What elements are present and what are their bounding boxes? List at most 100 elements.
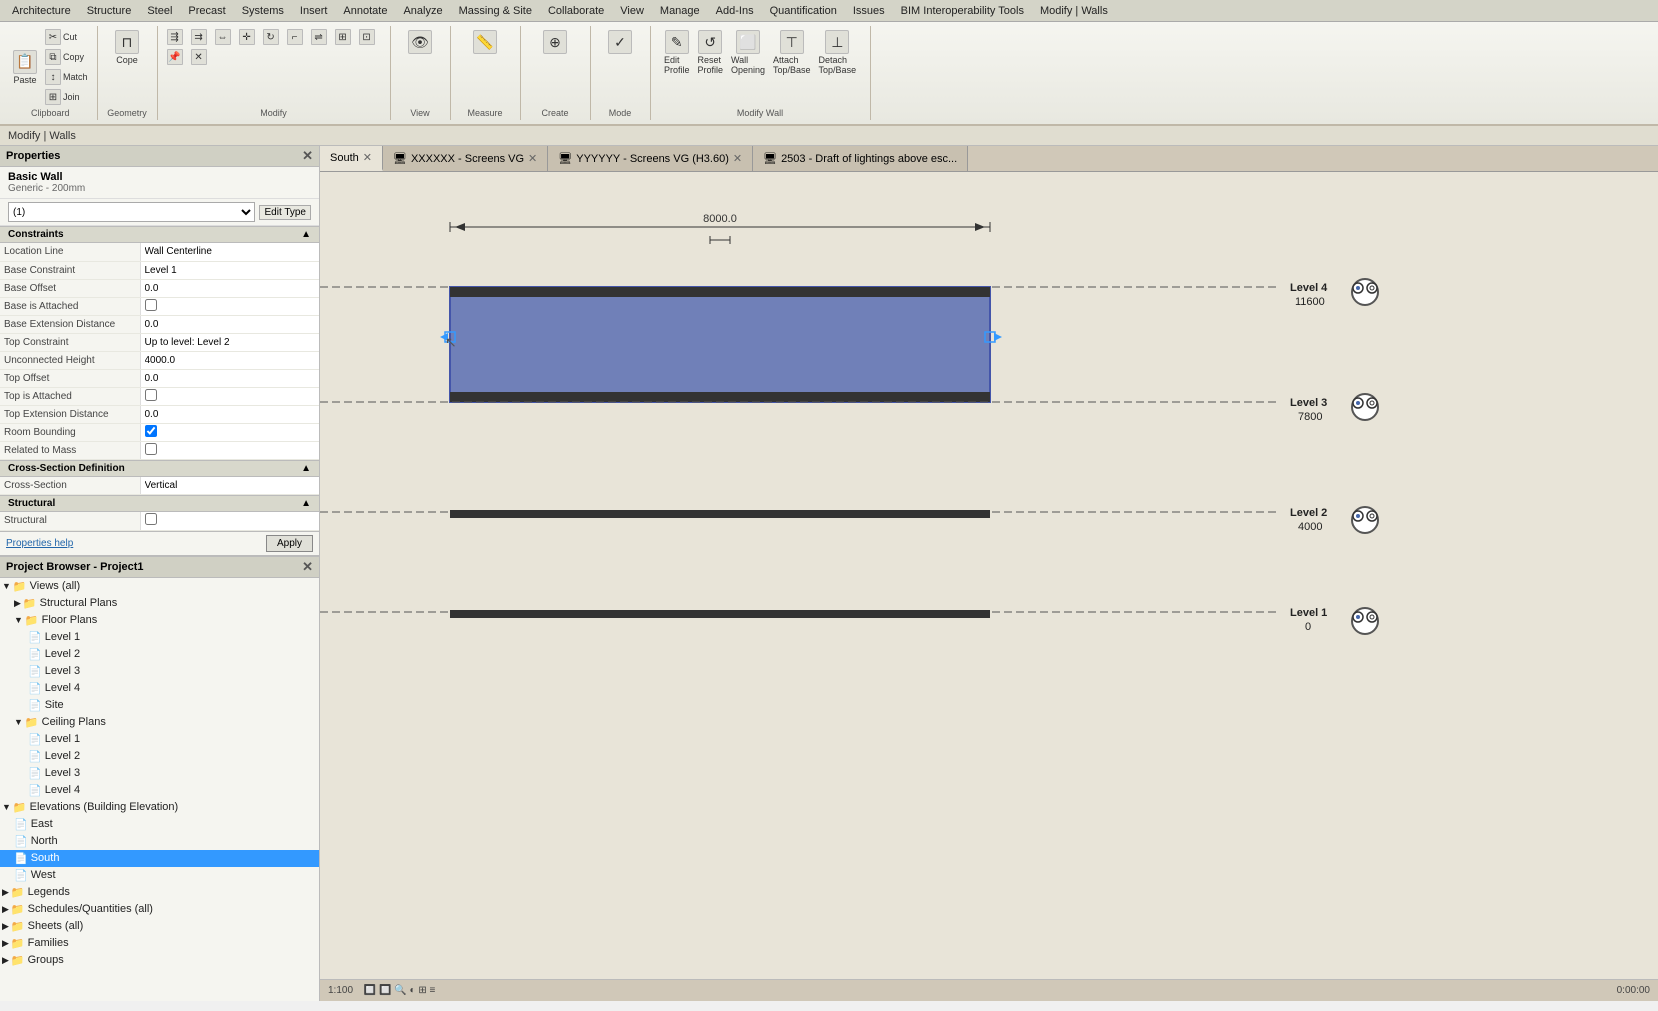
move-button[interactable]: ✛: [236, 28, 258, 46]
top-offset-input[interactable]: [145, 373, 316, 384]
tab-screens-vg2[interactable]: 🖥 YYYYYY - Screens VG (H3.60) ✕: [548, 146, 753, 171]
unconnected-height-input[interactable]: [145, 355, 316, 366]
tree-floor-plans[interactable]: ▼ 📁 Floor Plans: [0, 612, 319, 629]
tree-sheets[interactable]: ▶ 📁 Sheets (all): [0, 918, 319, 935]
align-button[interactable]: ⇶: [164, 28, 186, 46]
tree-floor-level2[interactable]: 📄 Level 2: [0, 646, 319, 663]
mode-button[interactable]: ✓: [605, 28, 635, 57]
tab-south-close[interactable]: ✕: [363, 151, 372, 164]
menu-massing[interactable]: Massing & Site: [451, 3, 540, 19]
top-attached-checkbox[interactable]: [145, 389, 157, 401]
tab-screens-vg2-close[interactable]: ✕: [733, 152, 742, 165]
edit-profile-button[interactable]: ✎ EditProfile: [661, 28, 693, 77]
menu-issues[interactable]: Issues: [845, 3, 893, 19]
cut-button[interactable]: ✂ Cut: [42, 28, 91, 46]
menu-precast[interactable]: Precast: [180, 3, 233, 19]
menu-steel[interactable]: Steel: [139, 3, 180, 19]
wall-rect[interactable]: [450, 287, 990, 402]
arrow-handle-right[interactable]: [994, 333, 1002, 341]
tree-legends[interactable]: ▶ 📁 Legends: [0, 884, 319, 901]
menu-modify-walls[interactable]: Modify | Walls: [1032, 3, 1116, 19]
tree-families[interactable]: ▶ 📁 Families: [0, 935, 319, 952]
tree-ceil-level1[interactable]: 📄 Level 1: [0, 731, 319, 748]
menu-collaborate[interactable]: Collaborate: [540, 3, 612, 19]
project-browser-close[interactable]: ✕: [302, 559, 313, 575]
menu-architecture[interactable]: Architecture: [4, 3, 79, 19]
menu-systems[interactable]: Systems: [234, 3, 292, 19]
mirror-button[interactable]: ⇔: [212, 28, 234, 46]
cross-section-input[interactable]: [145, 480, 316, 491]
cross-section-header[interactable]: Cross-Section Definition ▲: [0, 460, 319, 477]
tree-floor-level1[interactable]: 📄 Level 1: [0, 629, 319, 646]
tree-elev-south[interactable]: 📄 South: [0, 850, 319, 867]
tab-screens-vg-close[interactable]: ✕: [528, 152, 537, 165]
tree-elevations[interactable]: ▼ 📁 Elevations (Building Elevation): [0, 799, 319, 816]
create-button[interactable]: ⊕: [540, 28, 570, 57]
reset-profile-button[interactable]: ↺ ResetProfile: [694, 28, 726, 77]
cope-button[interactable]: ⊓ Cope: [112, 28, 142, 67]
properties-close-button[interactable]: ✕: [302, 148, 313, 164]
location-line-input[interactable]: [145, 246, 316, 257]
paste-button[interactable]: 📋 Paste: [10, 48, 40, 87]
edit-type-button[interactable]: Edit Type: [259, 205, 311, 220]
rotate-button[interactable]: ↻: [260, 28, 282, 46]
menu-bim[interactable]: BIM Interoperability Tools: [893, 3, 1032, 19]
constraints-collapse-arrow[interactable]: ▲: [301, 229, 311, 240]
base-ext-dist-input[interactable]: [145, 319, 316, 330]
tree-floor-level3[interactable]: 📄 Level 3: [0, 663, 319, 680]
copy-button[interactable]: ⧉ Copy: [42, 48, 91, 66]
attach-top-base-button[interactable]: ⊤ AttachTop/Base: [770, 28, 814, 77]
menu-analyze[interactable]: Analyze: [395, 3, 450, 19]
cross-section-arrow[interactable]: ▲: [301, 463, 311, 474]
match-button[interactable]: ↕ Match: [42, 68, 91, 86]
tree-groups[interactable]: ▶ 📁 Groups: [0, 952, 319, 969]
tree-ceil-level2[interactable]: 📄 Level 2: [0, 748, 319, 765]
join-button[interactable]: ⊞ Join: [42, 88, 91, 106]
structural-checkbox[interactable]: [145, 513, 157, 525]
tree-ceil-level4[interactable]: 📄 Level 4: [0, 782, 319, 799]
properties-help-link[interactable]: Properties help: [6, 538, 73, 549]
structural-arrow[interactable]: ▲: [301, 498, 311, 509]
top-constraint-input[interactable]: [145, 337, 316, 348]
menu-quantification[interactable]: Quantification: [762, 3, 845, 19]
tab-screens-vg[interactable]: 🖥 XXXXXX - Screens VG ✕: [383, 146, 548, 171]
measure-button[interactable]: 📏: [470, 28, 500, 57]
delete-button[interactable]: ✕: [188, 48, 210, 66]
top-ext-dist-input[interactable]: [145, 409, 316, 420]
menu-insert[interactable]: Insert: [292, 3, 336, 19]
view-control[interactable]: 👁: [405, 28, 435, 57]
tree-elev-east[interactable]: 📄 East: [0, 816, 319, 833]
menu-annotate[interactable]: Annotate: [335, 3, 395, 19]
tree-floor-level4[interactable]: 📄 Level 4: [0, 680, 319, 697]
base-constraint-input[interactable]: [145, 265, 316, 276]
canvas-area[interactable]: 8000.0 Level 4 11600: [320, 172, 1658, 979]
detach-top-base-button[interactable]: ⊥ DetachTop/Base: [816, 28, 860, 77]
instance-count-select[interactable]: (1): [8, 202, 255, 222]
constraints-section-header[interactable]: Constraints ▲: [0, 226, 319, 243]
room-bounding-checkbox[interactable]: [145, 425, 157, 437]
menu-structure[interactable]: Structure: [79, 3, 140, 19]
tree-ceil-level3[interactable]: 📄 Level 3: [0, 765, 319, 782]
tree-structural-plans[interactable]: ▶ 📁 Structural Plans: [0, 595, 319, 612]
tab-south[interactable]: South ✕: [320, 146, 383, 171]
base-attached-checkbox[interactable]: [145, 299, 157, 311]
pin-button[interactable]: 📌: [164, 48, 186, 66]
offset-button[interactable]: ⇉: [188, 28, 210, 46]
tree-floor-site[interactable]: 📄 Site: [0, 697, 319, 714]
tree-schedules[interactable]: ▶ 📁 Schedules/Quantities (all): [0, 901, 319, 918]
tree-ceiling-plans[interactable]: ▼ 📁 Ceiling Plans: [0, 714, 319, 731]
trim-button[interactable]: ⌐: [284, 28, 306, 46]
array-button[interactable]: ⊞: [332, 28, 354, 46]
tree-elev-north[interactable]: 📄 North: [0, 833, 319, 850]
menu-addins[interactable]: Add-Ins: [708, 3, 762, 19]
tab-draft[interactable]: 🖥 2503 - Draft of lightings above esc...: [753, 146, 968, 171]
menu-view[interactable]: View: [612, 3, 652, 19]
base-offset-input[interactable]: [145, 283, 316, 294]
tree-elev-west[interactable]: 📄 West: [0, 867, 319, 884]
tree-views-all[interactable]: ▼ 📁 Views (all): [0, 578, 319, 595]
wall-opening-button[interactable]: ⬜ WallOpening: [728, 28, 768, 77]
apply-button[interactable]: Apply: [266, 535, 313, 552]
related-to-mass-checkbox[interactable]: [145, 443, 157, 455]
structural-header[interactable]: Structural ▲: [0, 495, 319, 512]
split-button[interactable]: ⇌: [308, 28, 330, 46]
